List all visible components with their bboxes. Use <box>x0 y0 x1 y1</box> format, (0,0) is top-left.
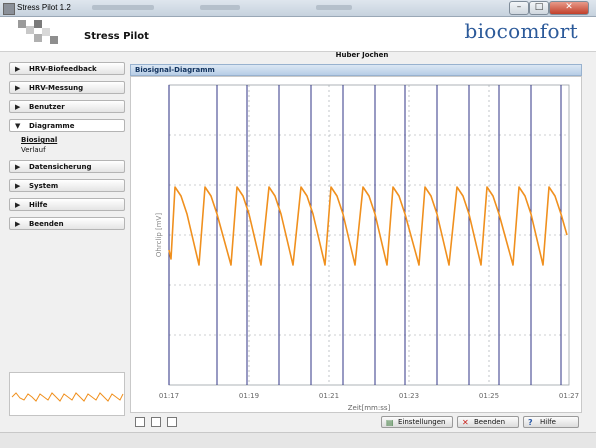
logo-square <box>18 20 26 28</box>
x-tick-label: 01:27 <box>559 392 579 400</box>
sidebar-item-hilfe[interactable]: ▶ Hilfe <box>9 198 125 211</box>
close-icon: ✕ <box>462 418 469 427</box>
chart-svg: 01:17 01:19 01:21 01:23 01:25 01:27 Zeit[mm:ss… <box>155 84 579 412</box>
x-tick-label: 01:17 <box>159 392 179 400</box>
logo-square <box>34 20 42 28</box>
x-tick-label: 01:19 <box>239 392 259 400</box>
y-axis-label: Ohrclip [mV] <box>155 213 163 257</box>
subitem-biosignal[interactable]: Biosignal <box>21 136 57 144</box>
view-toggle-button[interactable] <box>151 417 161 427</box>
triangle-right-icon: ▶ <box>15 182 21 190</box>
app-window: Stress Pilot 1.2 – □ ✕ Stress Pilot bioc… <box>0 0 596 448</box>
maximize-button[interactable]: □ <box>529 1 549 15</box>
triangle-right-icon: ▶ <box>15 163 21 171</box>
sidebar-item-label: HRV-Biofeedback <box>29 65 97 73</box>
app-icon <box>3 3 15 15</box>
settings-label: Einstellungen <box>398 418 446 426</box>
signal-preview-wave <box>11 392 124 402</box>
help-icon: ? <box>528 418 533 427</box>
sidebar-item-benutzer[interactable]: ▶ Benutzer <box>9 100 125 113</box>
quit-button[interactable]: ✕ Beenden <box>457 416 519 428</box>
logo-square <box>26 26 34 34</box>
logo-square <box>50 36 58 44</box>
sidebar-item-label: Beenden <box>29 220 64 228</box>
app-name: Stress Pilot <box>84 31 149 42</box>
background-window-text <box>200 5 240 10</box>
logo-square <box>34 34 42 42</box>
sidebar-item-beenden[interactable]: ▶ Beenden <box>9 217 125 230</box>
help-button[interactable]: ? Hilfe <box>523 416 579 428</box>
sidebar-item-label: Hilfe <box>29 201 48 209</box>
user-name: Huber Jochen <box>335 51 389 59</box>
sidebar-item-hrv-messung[interactable]: ▶ HRV-Messung <box>9 81 125 94</box>
app-header: Stress Pilot biocomfort <box>0 17 596 52</box>
signal-preview <box>9 372 125 416</box>
triangle-down-icon: ▼ <box>15 122 21 130</box>
brand-logo: biocomfort <box>464 19 578 43</box>
x-axis-label: Zeit[mm:ss] <box>348 404 391 412</box>
sidebar-item-hrv-biofeedback[interactable]: ▶ HRV-Biofeedback <box>9 62 125 75</box>
x-tick-label: 01:21 <box>319 392 339 400</box>
biosignal-chart: 01:17 01:19 01:21 01:23 01:25 01:27 Zeit[mm:ss… <box>130 76 582 413</box>
sidebar-item-datensicherung[interactable]: ▶ Datensicherung <box>9 160 125 173</box>
quit-label: Beenden <box>474 418 506 426</box>
sidebar-item-label: Diagramme <box>29 122 75 130</box>
sidebar-item-label: HRV-Messung <box>29 84 84 92</box>
sidebar-item-label: System <box>29 182 59 190</box>
window-title: Stress Pilot 1.2 <box>17 3 71 12</box>
sidebar-item-diagramme[interactable]: ▼ Diagramme <box>9 119 125 132</box>
triangle-right-icon: ▶ <box>15 103 21 111</box>
triangle-right-icon: ▶ <box>15 84 21 92</box>
logo-square <box>42 28 50 36</box>
triangle-right-icon: ▶ <box>15 201 21 209</box>
close-button[interactable]: ✕ <box>549 1 589 15</box>
subitem-verlauf[interactable]: Verlauf <box>21 146 46 154</box>
triangle-right-icon: ▶ <box>15 220 21 228</box>
view-toggle-button[interactable] <box>167 417 177 427</box>
background-window-text <box>92 5 154 10</box>
x-tick-label: 01:23 <box>399 392 419 400</box>
settings-button[interactable]: ▤ Einstellungen <box>381 416 453 428</box>
sidebar-item-label: Datensicherung <box>29 163 92 171</box>
panel-title: Biosignal-Diagramm <box>135 66 215 74</box>
sidebar-item-system[interactable]: ▶ System <box>9 179 125 192</box>
sidebar-item-label: Benutzer <box>29 103 65 111</box>
settings-icon: ▤ <box>386 418 394 427</box>
minimize-button[interactable]: – <box>509 1 529 15</box>
panel-header: Biosignal-Diagramm <box>130 64 582 76</box>
triangle-right-icon: ▶ <box>15 65 21 73</box>
background-window-text <box>316 5 352 10</box>
help-label: Hilfe <box>540 418 556 426</box>
title-bar: Stress Pilot 1.2 – □ ✕ <box>0 0 596 17</box>
x-tick-label: 01:25 <box>479 392 499 400</box>
view-toggle-button[interactable] <box>135 417 145 427</box>
status-bar <box>0 432 596 448</box>
